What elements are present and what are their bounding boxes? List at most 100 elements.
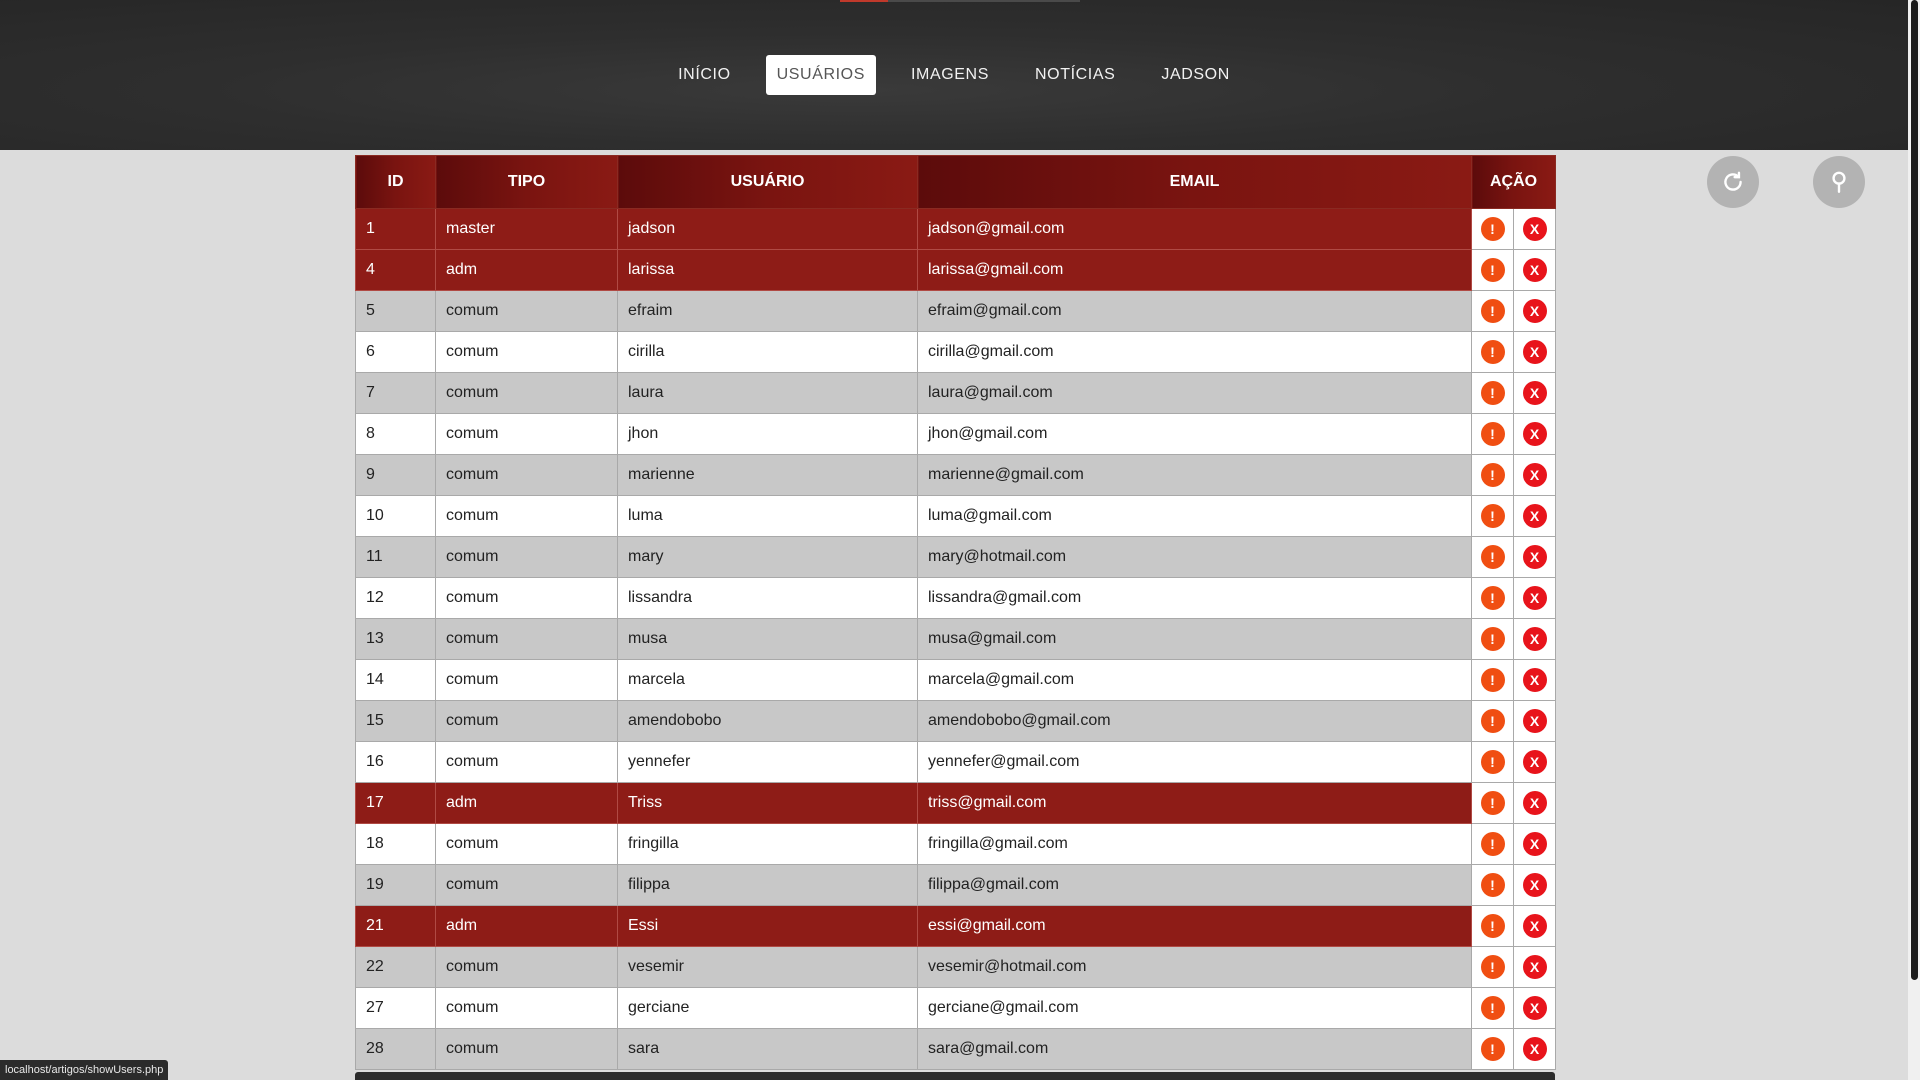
refresh-button[interactable] xyxy=(1707,156,1759,208)
nav-jadson[interactable]: JADSON xyxy=(1150,55,1241,95)
table-header-row: ID TIPO USUÁRIO EMAIL AÇÃO xyxy=(355,155,1557,209)
warn-user-button[interactable]: ! xyxy=(1480,750,1505,774)
table-row: 5 comum efraim efraim@gmail.com! X xyxy=(355,290,1557,332)
warn-user-button[interactable]: ! xyxy=(1480,422,1505,446)
cell-usuario: Essi xyxy=(617,905,918,947)
cell-action-warn: ! xyxy=(1471,454,1514,496)
delete-user-button[interactable]: X xyxy=(1522,381,1547,405)
delete-user-button[interactable]: X xyxy=(1522,258,1547,282)
cell-id: 5 xyxy=(355,290,436,332)
nav-noticias[interactable]: NOTÍCIAS xyxy=(1024,55,1126,95)
header-acao[interactable]: AÇÃO xyxy=(1470,155,1557,209)
search-button[interactable] xyxy=(1813,156,1865,208)
cell-usuario: amendobobo xyxy=(617,700,918,742)
header-email[interactable]: EMAIL xyxy=(917,155,1472,209)
cell-usuario: yennefer xyxy=(617,741,918,783)
users-table: ID TIPO USUÁRIO EMAIL AÇÃO 1 master jadson… xyxy=(355,155,1557,1070)
cell-action-delete: X xyxy=(1512,577,1557,619)
refresh-icon xyxy=(1724,171,1742,191)
top-navbar: INÍCIO USUÁRIOS IMAGENS NOTÍCIAS JADSON xyxy=(0,0,1908,150)
table-row: 16 comum yennefer yennefer@gmail.com! X xyxy=(355,741,1557,783)
delete-user-button[interactable]: X xyxy=(1522,832,1547,856)
warn-user-button[interactable]: ! xyxy=(1480,217,1505,241)
cell-tipo: comum xyxy=(435,741,618,783)
warn-user-button[interactable]: ! xyxy=(1480,1037,1505,1061)
cell-action-warn: ! xyxy=(1471,618,1514,660)
cell-email: vesemir@hotmail.com xyxy=(917,946,1472,988)
delete-user-button[interactable]: X xyxy=(1522,914,1547,938)
table-row: 17 adm Triss triss@gmail.com! X xyxy=(355,782,1557,824)
page-scrollbar[interactable] xyxy=(1908,0,1920,1080)
table-row: 15 comum amendobobo amendobobo@gmail.com! X xyxy=(355,700,1557,742)
delete-user-button[interactable]: X xyxy=(1522,586,1547,610)
nav-imagens[interactable]: IMAGENS xyxy=(900,55,1000,95)
cell-tipo: comum xyxy=(435,536,618,578)
delete-user-button[interactable]: X xyxy=(1522,422,1547,446)
nav-inicio[interactable]: INÍCIO xyxy=(667,55,742,95)
cell-action-delete: X xyxy=(1512,987,1557,1029)
warn-user-button[interactable]: ! xyxy=(1480,463,1505,487)
warn-user-button[interactable]: ! xyxy=(1480,299,1505,323)
cell-email: efraim@gmail.com xyxy=(917,290,1472,332)
warn-user-button[interactable]: ! xyxy=(1480,586,1505,610)
cell-tipo: comum xyxy=(435,987,618,1029)
warn-user-button[interactable]: ! xyxy=(1480,504,1505,528)
warn-user-button[interactable]: ! xyxy=(1480,381,1505,405)
header-id[interactable]: ID xyxy=(355,155,436,209)
warn-user-button[interactable]: ! xyxy=(1480,873,1505,897)
table-footer-edge xyxy=(355,1072,1555,1080)
delete-user-button[interactable]: X xyxy=(1522,1037,1547,1061)
cell-id: 1 xyxy=(355,208,436,250)
table-row: 12 comum lissandra lissandra@gmail.com! X xyxy=(355,577,1557,619)
delete-user-button[interactable]: X xyxy=(1522,299,1547,323)
top-accent-marker xyxy=(840,0,888,2)
cell-tipo: master xyxy=(435,208,618,250)
warn-user-button[interactable]: ! xyxy=(1480,996,1505,1020)
cell-email: cirilla@gmail.com xyxy=(917,331,1472,373)
warn-user-button[interactable]: ! xyxy=(1480,832,1505,856)
delete-user-button[interactable]: X xyxy=(1522,791,1547,815)
warn-user-button[interactable]: ! xyxy=(1480,668,1505,692)
delete-user-button[interactable]: X xyxy=(1522,545,1547,569)
cell-email: jhon@gmail.com xyxy=(917,413,1472,455)
cell-usuario: Triss xyxy=(617,782,918,824)
cell-email: musa@gmail.com xyxy=(917,618,1472,660)
header-usuario[interactable]: USUÁRIO xyxy=(617,155,918,209)
delete-user-button[interactable]: X xyxy=(1522,340,1547,364)
delete-user-button[interactable]: X xyxy=(1522,709,1547,733)
cell-id: 10 xyxy=(355,495,436,537)
main-nav: INÍCIO USUÁRIOS IMAGENS NOTÍCIAS JADSON xyxy=(0,55,1908,95)
cell-id: 11 xyxy=(355,536,436,578)
delete-user-button[interactable]: X xyxy=(1522,955,1547,979)
delete-user-button[interactable]: X xyxy=(1522,504,1547,528)
delete-user-button[interactable]: X xyxy=(1522,627,1547,651)
cell-action-warn: ! xyxy=(1471,987,1514,1029)
cell-email: marienne@gmail.com xyxy=(917,454,1472,496)
cell-usuario: laura xyxy=(617,372,918,414)
cell-email: jadson@gmail.com xyxy=(917,208,1472,250)
warn-user-button[interactable]: ! xyxy=(1480,791,1505,815)
cell-id: 21 xyxy=(355,905,436,947)
cell-tipo: comum xyxy=(435,495,618,537)
scrollbar-thumb[interactable] xyxy=(1911,0,1918,980)
warn-user-button[interactable]: ! xyxy=(1480,258,1505,282)
warn-user-button[interactable]: ! xyxy=(1480,627,1505,651)
nav-usuarios[interactable]: USUÁRIOS xyxy=(765,55,876,95)
warn-user-button[interactable]: ! xyxy=(1480,709,1505,733)
cell-id: 19 xyxy=(355,864,436,906)
cell-email: gerciane@gmail.com xyxy=(917,987,1472,1029)
cell-id: 17 xyxy=(355,782,436,824)
warn-user-button[interactable]: ! xyxy=(1480,545,1505,569)
delete-user-button[interactable]: X xyxy=(1522,996,1547,1020)
delete-user-button[interactable]: X xyxy=(1522,217,1547,241)
delete-user-button[interactable]: X xyxy=(1522,750,1547,774)
warn-user-button[interactable]: ! xyxy=(1480,340,1505,364)
delete-user-button[interactable]: X xyxy=(1522,873,1547,897)
cell-email: mary@hotmail.com xyxy=(917,536,1472,578)
warn-user-button[interactable]: ! xyxy=(1480,955,1505,979)
header-tipo[interactable]: TIPO xyxy=(435,155,618,209)
delete-user-button[interactable]: X xyxy=(1522,463,1547,487)
warn-user-button[interactable]: ! xyxy=(1480,914,1505,938)
delete-user-button[interactable]: X xyxy=(1522,668,1547,692)
cell-email: laura@gmail.com xyxy=(917,372,1472,414)
